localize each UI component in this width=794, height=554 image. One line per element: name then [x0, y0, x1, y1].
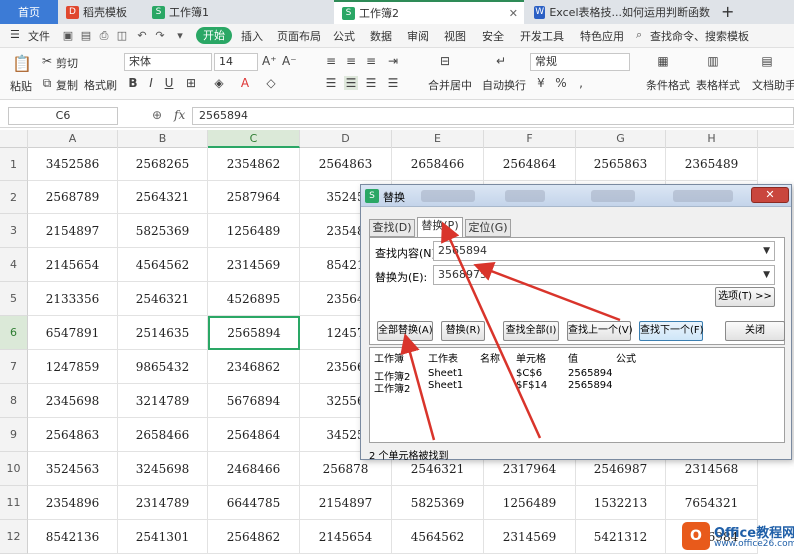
office-logo-icon: O — [682, 522, 710, 550]
arrow-to-replace-all — [400, 333, 436, 441]
watermark-url: www.office26.com — [714, 539, 794, 549]
annotation-arrows — [400, 221, 621, 441]
arrow-to-replace-input — [473, 261, 621, 322]
arrow-to-replace-tab — [441, 221, 542, 439]
site-watermark: O Office教程网 www.office26.com — [682, 520, 794, 552]
